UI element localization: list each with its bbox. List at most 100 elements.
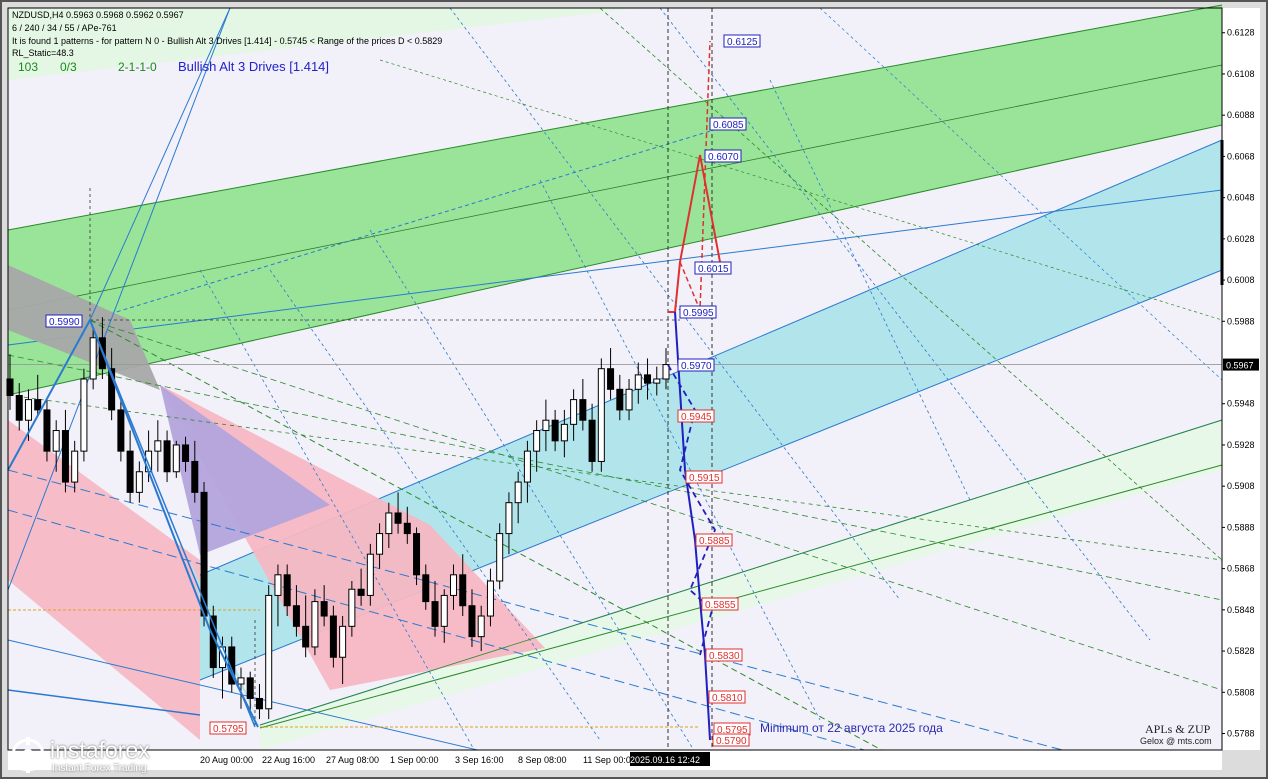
x-tick-label: 1 Sep 00:00 <box>390 755 439 765</box>
price-tag-text: 0.6125 <box>727 37 758 48</box>
y-tick-label: 0.6128 <box>1227 28 1255 38</box>
price-tag-text: 0.6070 <box>708 152 739 163</box>
candle-body <box>182 444 190 462</box>
candle-body <box>172 444 180 473</box>
price-tag-blue: 0.5990 <box>45 314 83 328</box>
y-tick-label: 0.5868 <box>1227 564 1255 574</box>
candle-body <box>403 522 411 535</box>
y-tick-label: 0.6088 <box>1227 110 1255 120</box>
x-tick-label: 3 Sep 16:00 <box>455 755 504 765</box>
candle-body <box>376 533 384 555</box>
candle-body <box>348 588 356 627</box>
candle-body <box>440 594 448 627</box>
candle-body <box>320 601 328 617</box>
candle-body <box>597 368 605 462</box>
candle-body <box>80 378 88 452</box>
instaforex-logo: instaforex Instant Forex Trading <box>6 735 178 775</box>
stat-ratio: 0/3 <box>60 60 77 74</box>
y-tick-label: 0.5928 <box>1227 440 1255 450</box>
y-tick-label: 0.5948 <box>1227 399 1255 409</box>
candle-body <box>533 430 541 452</box>
candle-body <box>292 605 300 627</box>
x-tick-label: 20 Aug 00:00 <box>200 755 253 765</box>
minimum-annotation: Minimum от 22 августа 2025 года <box>760 721 943 735</box>
candle-body <box>477 615 485 638</box>
candle-body <box>71 450 79 483</box>
logo-subtext: Instant Forex Trading <box>52 763 147 774</box>
candle-body <box>551 419 559 442</box>
price-tag-text: 0.5995 <box>683 308 714 319</box>
candle-body <box>422 574 430 603</box>
price-tag-text: 0.6015 <box>698 264 729 275</box>
candle-body <box>385 512 393 535</box>
price-tag-red: 0.5830 <box>705 648 743 662</box>
candle-body <box>570 399 578 425</box>
chart-canvas[interactable]: 0.6125 0.6085 0.6070 0.6015 0.5995 0.5970 0.59… <box>0 0 1268 779</box>
y-tick-label: 0.6008 <box>1227 275 1255 285</box>
candle-body <box>15 394 23 421</box>
y-tick-label: 0.5808 <box>1227 687 1255 697</box>
candle <box>265 585 273 720</box>
candle <box>496 523 504 590</box>
y-tick-label: 0.6068 <box>1227 151 1255 161</box>
candle-body <box>191 460 199 493</box>
pattern-info: It is found 1 patterns - for pattern N 0… <box>12 36 443 46</box>
price-tag-text: 0.5915 <box>689 473 720 484</box>
price-tag-red: 0.5790 <box>712 733 750 747</box>
y-tick-label: 0.5908 <box>1227 481 1255 491</box>
candle-body <box>126 450 134 493</box>
stat-sequence: 2-1-1-0 <box>118 60 157 74</box>
candle-body <box>523 450 531 483</box>
candle-body <box>274 574 282 596</box>
current-price-label: 0.5967 <box>1226 361 1254 371</box>
y-tick-label: 0.5888 <box>1227 522 1255 532</box>
candle-body <box>616 388 624 411</box>
price-tag-blue: 0.5970 <box>677 358 715 372</box>
candle-body <box>135 471 143 493</box>
candle-body <box>459 574 467 607</box>
apl-title: APLs & ZUP <box>1145 722 1211 736</box>
price-tag-text: 0.5990 <box>49 317 80 328</box>
x-tick-label: 27 Aug 08:00 <box>326 755 379 765</box>
y-tick-label: 0.6048 <box>1227 193 1255 203</box>
apl-subtitle: Gelox @ mts.com <box>1140 736 1212 746</box>
price-tag-text: 0.5790 <box>716 736 747 747</box>
candle-body <box>339 625 347 658</box>
y-tick-label: 0.5848 <box>1227 605 1255 615</box>
candle-body <box>237 677 245 685</box>
candle-body <box>329 615 337 658</box>
candle-body <box>89 337 97 380</box>
stat-count: 103 <box>18 60 39 74</box>
price-tag-red: 0.5810 <box>708 690 746 704</box>
price-tag-blue: 0.6070 <box>704 149 742 163</box>
logo-text: instaforex <box>50 737 150 763</box>
price-tag-red: 0.5945 <box>677 409 715 423</box>
pattern-name: Bullish Alt 3 Drives [1.414] <box>178 59 330 74</box>
x-tick-label: 11 Sep 00:00 <box>583 755 636 765</box>
candle-body <box>579 399 587 421</box>
candle-body <box>449 574 457 596</box>
candle-body <box>625 388 633 411</box>
candle-body <box>588 419 596 462</box>
candle-body <box>117 409 125 452</box>
y-tick-label: 0.6028 <box>1227 234 1255 244</box>
candle-body <box>514 481 522 504</box>
candle-body <box>61 430 69 483</box>
candle-body <box>34 399 42 411</box>
candle-body <box>653 378 661 384</box>
candle-body <box>255 697 263 710</box>
candle-body <box>394 512 402 524</box>
price-tag-red: 0.5885 <box>695 533 733 547</box>
candle-body <box>486 580 494 617</box>
price-tag-blue: 0.6125 <box>723 34 761 48</box>
symbol-header: NZDUSD,H4 0.5963 0.5968 0.5962 0.5967 <box>12 10 184 20</box>
chart-window: 0.6125 0.6085 0.6070 0.6015 0.5995 0.5970 0.59… <box>0 0 1268 779</box>
price-tag-text: 0.5945 <box>681 412 712 423</box>
y-tick-label: 0.5828 <box>1227 646 1255 656</box>
candle-body <box>431 601 439 627</box>
y-tick-label: 0.6108 <box>1227 69 1255 79</box>
indicator-params: 6 / 240 / 34 / 55 / APe-761 <box>12 23 117 33</box>
candle-body <box>311 601 319 648</box>
candle-body <box>302 625 310 648</box>
candle-body <box>505 502 513 535</box>
